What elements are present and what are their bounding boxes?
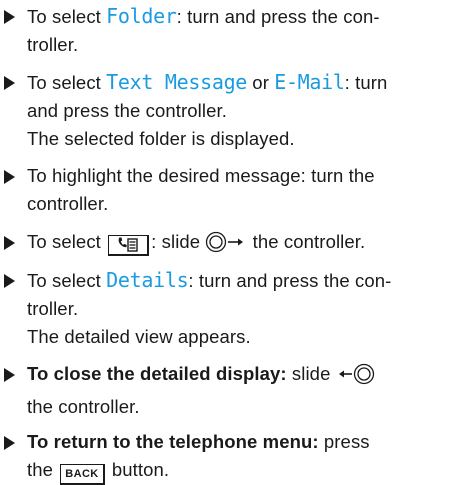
step-line: controller. bbox=[27, 193, 109, 214]
step-line: To select Text Message or E-Mail: turn bbox=[27, 70, 388, 94]
step-result: The selected folder is displayed. bbox=[27, 128, 295, 149]
step-line: the BACK button. bbox=[27, 456, 457, 485]
instruction-list: To select Folder: turn and press the con… bbox=[0, 0, 463, 485]
back-key-icon: BACK bbox=[60, 464, 105, 485]
bullet-arrow-icon bbox=[4, 170, 15, 184]
menu-item-details: Details bbox=[106, 268, 189, 292]
phone-menu-key-icon bbox=[108, 235, 150, 256]
bullet-arrow-icon bbox=[4, 368, 15, 382]
step-line: To highlight the desired message: turn t… bbox=[27, 165, 375, 186]
step-line: To select Folder: turn and press the con… bbox=[27, 4, 380, 28]
bullet-arrow-icon bbox=[4, 436, 15, 450]
step-line: To return to the telephone menu: press bbox=[27, 431, 370, 452]
step-line: To select : slide the controller. bbox=[27, 228, 457, 261]
step-line: To close the detailed display: slide bbox=[27, 360, 457, 393]
step-heading: To return to the telephone menu: bbox=[27, 431, 319, 452]
menu-item-text-message: Text Message bbox=[106, 70, 248, 94]
controller-slide-right-icon bbox=[205, 231, 247, 261]
step-line: troller. bbox=[27, 34, 79, 55]
menu-item-email: E-Mail bbox=[274, 70, 345, 94]
step-heading: To close the detailed display: bbox=[27, 363, 287, 384]
bullet-arrow-icon bbox=[4, 76, 15, 90]
step-line: and press the controller. bbox=[27, 100, 227, 121]
menu-item-folder: Folder bbox=[106, 4, 177, 28]
step-line: the controller. bbox=[27, 396, 140, 417]
bullet-arrow-icon bbox=[4, 10, 15, 24]
step-result: The detailed view appears. bbox=[27, 326, 251, 347]
bullet-arrow-icon bbox=[4, 274, 15, 288]
controller-slide-left-icon bbox=[336, 363, 376, 393]
step-line: troller. bbox=[27, 298, 79, 319]
bullet-arrow-icon bbox=[4, 236, 15, 250]
step-line: To select Details: turn and press the co… bbox=[27, 268, 392, 292]
